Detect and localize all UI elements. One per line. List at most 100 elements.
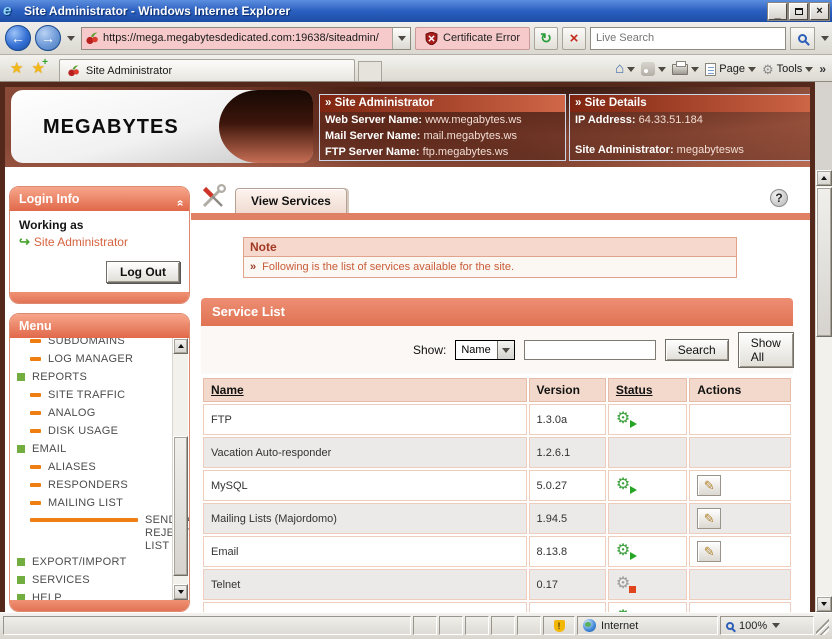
service-version: 1.3.0a [529, 404, 606, 435]
search-button[interactable] [790, 27, 815, 50]
close-button[interactable]: × [810, 3, 829, 20]
page-scrollbar[interactable] [815, 170, 832, 612]
menu-item-mailing-list[interactable]: MAILING LIST [17, 494, 170, 512]
menu-item-help[interactable]: HELP [17, 589, 170, 600]
menu-item-email[interactable]: EMAIL [17, 440, 170, 458]
live-search-input[interactable] [596, 32, 780, 44]
menu-item-responders[interactable]: RESPONDERS [17, 476, 170, 494]
live-search-box[interactable] [590, 27, 786, 50]
login-arrow-icon: ↪ [19, 234, 30, 250]
tab-bar: ★ ★ Site Administrator ⌂ Page ⚙Tools » [0, 55, 832, 82]
column-header-version: Version [529, 378, 606, 402]
print-button[interactable] [672, 64, 699, 75]
column-header-name[interactable]: Name [203, 378, 527, 402]
scroll-up-button[interactable] [173, 338, 188, 354]
navigation-bar: ← → https://mega.megabytesdedicated.com:… [0, 22, 832, 55]
zoom-icon [726, 622, 734, 630]
globe-icon [583, 619, 596, 632]
menu-item-services[interactable]: SERVICES [17, 571, 170, 589]
scroll-thumb[interactable] [816, 187, 832, 337]
favorites-center-icon[interactable]: ★ [10, 59, 23, 77]
scroll-down-button[interactable] [816, 596, 832, 612]
zoom-control[interactable]: 100% [720, 616, 814, 635]
dash-bullet-icon [30, 501, 41, 505]
page-menu-button[interactable]: Page [705, 63, 756, 76]
stop-button[interactable]: × [562, 27, 586, 50]
tools-icon [199, 183, 227, 211]
edit-service-button[interactable]: ✎ [697, 508, 721, 529]
ftp-server-label: FTP Server Name: [325, 146, 420, 158]
add-favorite-icon[interactable]: ★ [31, 59, 44, 77]
service-search-input[interactable] [524, 340, 656, 360]
status-stopped-icon: ⚙ [616, 576, 636, 593]
history-dropdown[interactable] [65, 36, 77, 41]
search-service-button[interactable]: Search [665, 339, 729, 361]
address-dropdown[interactable] [392, 28, 410, 49]
menu-item-disk-usage[interactable]: DISK USAGE [17, 422, 170, 440]
table-row: MySQL 5.0.27 ⚙ ✎ [203, 470, 791, 501]
dash-bullet-icon [30, 483, 41, 487]
arrow-up-icon [821, 176, 827, 180]
scroll-thumb[interactable] [173, 436, 188, 576]
show-label: Show: [413, 343, 446, 357]
role-link[interactable]: Site Administrator [34, 235, 128, 249]
url-text[interactable]: https://mega.megabytesdedicated.com:1963… [103, 32, 392, 44]
table-row: Vacation Auto-responder 1.2.6.1 [203, 437, 791, 468]
forward-button[interactable]: → [35, 25, 61, 51]
edit-service-button[interactable]: ✎ [697, 541, 721, 562]
column-header-status[interactable]: Status [608, 378, 687, 402]
menu-item-log-manager[interactable]: LOG MANAGER [17, 350, 170, 368]
menu-item-aliases[interactable]: ALIASES [17, 458, 170, 476]
menu-item-subdomains[interactable]: SUBDOMAINS [17, 338, 170, 350]
menu-item-export-import[interactable]: EXPORT/IMPORT [17, 553, 170, 571]
refresh-button[interactable]: ↻ [534, 27, 558, 50]
minimize-button[interactable]: _ [768, 3, 787, 20]
edit-service-button[interactable]: ✎ [697, 475, 721, 496]
back-button[interactable]: ← [5, 25, 31, 51]
search-options-dropdown[interactable] [819, 36, 831, 41]
square-bullet-icon [17, 594, 25, 600]
note-box: Note »Following is the list of services … [243, 237, 737, 278]
tab-site-administrator[interactable]: Site Administrator [59, 59, 355, 81]
select-dropdown-icon[interactable] [497, 341, 514, 359]
warning-shield-icon: ! [554, 620, 565, 632]
tools-menu-button[interactable]: ⚙Tools [762, 63, 813, 76]
menu-item-sendmail-reject-list[interactable]: SENDMAIL REJECT LIST [17, 512, 170, 553]
zone-label: Internet [601, 620, 638, 632]
logout-button[interactable]: Log Out [106, 261, 180, 283]
feeds-button[interactable] [641, 62, 666, 76]
new-tab-button[interactable] [358, 61, 382, 81]
web-server-value: www.megabytes.ws [425, 114, 522, 126]
menu-item-analog[interactable]: ANALOG [17, 404, 170, 422]
service-name: FTP [203, 404, 527, 435]
site-details-box: » Site Details IP Address: 64.33.51.184 … [569, 94, 815, 161]
certificate-error-badge[interactable]: Certificate Error [415, 27, 530, 50]
collapse-panel-icon[interactable]: » [168, 200, 190, 207]
security-report-pane[interactable]: ! [543, 616, 575, 635]
search-icon [798, 34, 807, 43]
ie-logo-icon: e [3, 3, 19, 19]
menu-item-reports[interactable]: REPORTS [17, 368, 170, 386]
menu-scrollbar[interactable] [172, 338, 188, 600]
address-bar[interactable]: https://mega.megabytesdedicated.com:1963… [81, 27, 411, 50]
resize-grip[interactable] [816, 616, 829, 635]
help-button[interactable]: ? [770, 189, 788, 207]
toolbar-overflow-chevron[interactable]: » [819, 62, 826, 76]
service-list-controls: Show: Name Search Show All [201, 326, 793, 374]
show-select[interactable]: Name [455, 340, 514, 360]
page-viewport: MEGABYTES » Site Administrator Web Serve… [0, 82, 832, 612]
site-administrator-box-title: » Site Administrator [320, 95, 565, 112]
printer-icon [672, 64, 688, 75]
scroll-up-button[interactable] [816, 170, 832, 186]
site-admin-value: megabytesws [677, 144, 744, 156]
home-button[interactable]: ⌂ [615, 63, 635, 75]
menu-item-site-traffic[interactable]: SITE TRAFFIC [17, 386, 170, 404]
zoom-dropdown-icon[interactable] [772, 623, 780, 628]
tab-view-services[interactable]: View Services [235, 188, 347, 213]
tab-favicon [67, 64, 80, 77]
show-all-button[interactable]: Show All [738, 332, 794, 368]
maximize-button[interactable] [789, 3, 808, 20]
square-bullet-icon [17, 445, 25, 453]
scroll-down-button[interactable] [173, 584, 188, 600]
logo-plate: MEGABYTES [11, 90, 313, 163]
